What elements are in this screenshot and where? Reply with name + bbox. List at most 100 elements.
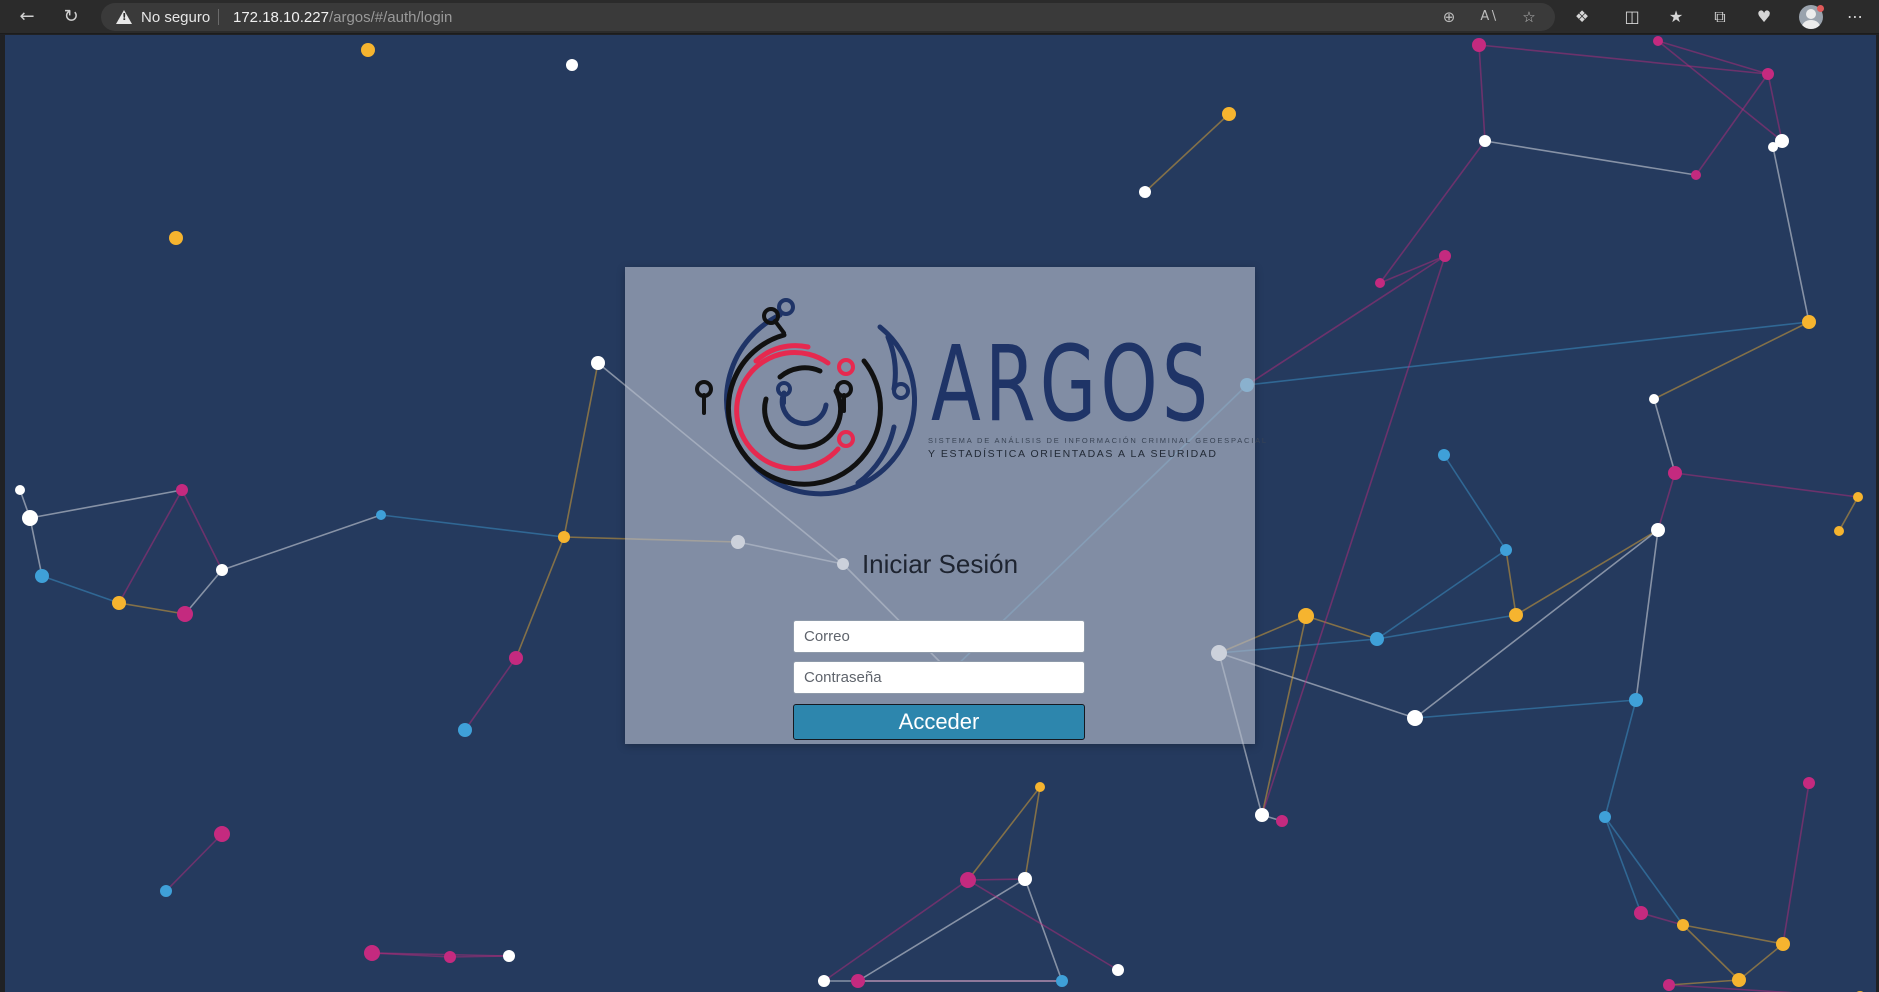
network-node — [458, 723, 472, 737]
heartbeat-icon[interactable]: ♥ — [1751, 5, 1777, 29]
network-node — [558, 531, 570, 543]
network-node — [1222, 107, 1236, 121]
network-node — [364, 945, 380, 961]
network-node — [1649, 394, 1659, 404]
extensions-icon[interactable]: ❖ — [1569, 5, 1595, 29]
network-link — [1635, 529, 1659, 701]
network-link — [184, 569, 223, 615]
network-node — [1500, 544, 1512, 556]
network-link — [1443, 454, 1507, 551]
security-label[interactable]: No seguro — [141, 9, 210, 26]
network-node — [1276, 815, 1288, 827]
network-node — [1375, 278, 1385, 288]
network-node — [22, 510, 38, 526]
network-node — [509, 651, 523, 665]
network-node — [960, 872, 976, 888]
network-link — [1682, 924, 1784, 945]
network-node — [361, 43, 375, 57]
network-link — [1144, 113, 1230, 193]
network-node — [1834, 526, 1844, 536]
network-node — [1677, 919, 1689, 931]
network-link — [1478, 44, 1486, 142]
warning-triangle-icon[interactable] — [116, 10, 132, 24]
network-link — [1024, 878, 1063, 982]
network-node — [1768, 142, 1778, 152]
network-node — [169, 231, 183, 245]
network-node — [1629, 693, 1643, 707]
url-host: 172.18.10.227 — [233, 9, 329, 26]
network-node — [1255, 808, 1269, 822]
network-link — [1657, 40, 1783, 142]
network-link — [1261, 255, 1446, 816]
network-node — [1634, 906, 1648, 920]
brand-name: ARGOS — [931, 323, 1213, 445]
network-node — [1509, 608, 1523, 622]
network-link — [1604, 816, 1642, 914]
network-node — [1139, 186, 1151, 198]
network-link — [41, 575, 120, 604]
network-node — [214, 826, 230, 842]
browser-toolbar: ← ↻ No seguro 172.18.10.227/argos/#/auth… — [0, 0, 1879, 34]
network-node — [1370, 632, 1384, 646]
network-node — [444, 951, 456, 963]
network-link — [1376, 549, 1507, 640]
network-link — [1484, 140, 1697, 176]
network-node — [1803, 777, 1815, 789]
network-node — [15, 485, 25, 495]
network-link — [515, 536, 565, 659]
star-icon[interactable]: ☆ — [1518, 7, 1540, 27]
tagline-line-2: Y ESTADÍSTICA ORIENTADAS A LA SEURIDAD — [928, 448, 1218, 460]
network-link — [118, 489, 183, 604]
network-link — [118, 602, 186, 615]
url-text[interactable]: 172.18.10.227/argos/#/auth/login — [233, 9, 452, 26]
network-link — [181, 489, 223, 571]
tagline-line-1: SISTEMA DE ANÁLISIS DE INFORMACIÓN CRIMI… — [928, 436, 1268, 445]
network-link — [1024, 786, 1041, 880]
network-link — [1657, 472, 1676, 531]
network-link — [1478, 44, 1769, 75]
zoom-out-icon[interactable]: ⊕ — [1438, 7, 1460, 27]
network-node — [591, 356, 605, 370]
login-title: Iniciar Sesión — [861, 549, 1019, 579]
network-link — [1653, 321, 1810, 400]
more-menu-icon[interactable]: ⋯ — [1842, 5, 1868, 29]
network-link — [1668, 984, 1794, 992]
submit-button[interactable]: Acceder — [793, 704, 1085, 740]
address-bar[interactable]: No seguro 172.18.10.227/argos/#/auth/log… — [101, 3, 1555, 31]
login-card: ARGOS SISTEMA DE ANÁLISIS DE INFORMACIÓN… — [625, 267, 1266, 744]
network-node — [1732, 973, 1746, 987]
network-node — [1112, 964, 1124, 976]
network-node — [1668, 466, 1682, 480]
network-node — [1853, 492, 1863, 502]
network-link — [823, 879, 969, 982]
network-node — [112, 596, 126, 610]
network-node — [177, 606, 193, 622]
network-node — [1691, 170, 1701, 180]
network-link — [1505, 549, 1517, 616]
network-node — [1018, 872, 1032, 886]
page-viewport: ARGOS SISTEMA DE ANÁLISIS DE INFORMACIÓN… — [5, 35, 1876, 992]
refresh-icon[interactable]: ↻ — [57, 5, 85, 29]
password-field[interactable] — [793, 661, 1085, 694]
network-link — [1414, 699, 1637, 719]
collections-icon[interactable]: ⧉ — [1707, 5, 1733, 29]
network-link — [1515, 529, 1659, 616]
address-divider — [218, 9, 219, 25]
favorites-icon[interactable]: ★ — [1663, 5, 1689, 29]
network-node — [1472, 38, 1486, 52]
network-link — [1838, 496, 1859, 532]
network-link — [1668, 979, 1740, 986]
network-node — [1651, 523, 1665, 537]
network-link — [967, 786, 1041, 881]
network-node — [1407, 710, 1423, 726]
email-field[interactable] — [793, 620, 1085, 653]
split-screen-icon[interactable]: ◫ — [1619, 5, 1645, 29]
network-link — [1305, 615, 1378, 640]
network-node — [1298, 608, 1314, 624]
read-aloud-icon[interactable]: A∖ — [1478, 7, 1500, 27]
network-link — [1376, 614, 1517, 640]
back-arrow-icon[interactable]: ← — [13, 5, 41, 29]
network-node — [216, 564, 228, 576]
network-node — [1479, 135, 1491, 147]
network-node — [1439, 250, 1451, 262]
